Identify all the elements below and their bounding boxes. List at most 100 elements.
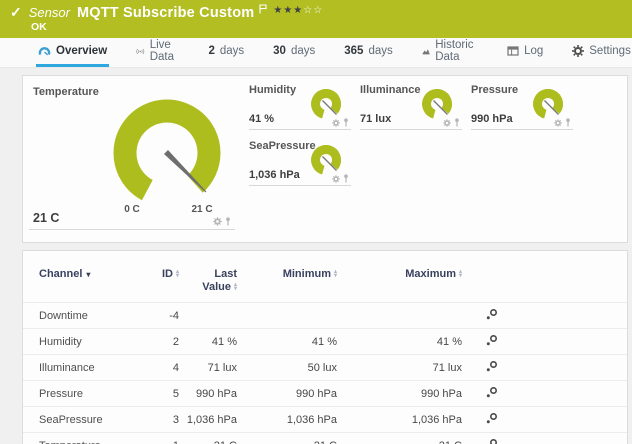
channel-id: -4 — [145, 303, 185, 329]
priority-stars-filled: ★★★ — [273, 5, 303, 16]
tab-30-days[interactable]: 30 days — [271, 38, 317, 67]
gauge-settings-gear-icon[interactable] — [332, 119, 340, 127]
channel-name[interactable]: Downtime — [23, 303, 145, 329]
channel-settings-icon[interactable] — [486, 360, 498, 372]
tab-365-days-number: 365 — [344, 45, 363, 57]
gauge-pin-icon[interactable] — [225, 217, 231, 226]
gauge-pin-icon[interactable] — [454, 118, 460, 127]
channel-table: Channel▾ ID▴▾ Last Value▴▾ Minimum▴▾ Max… — [23, 265, 627, 444]
sensor-tab-bar: Overview Live Data 2 days 30 days 365 da… — [0, 38, 632, 68]
column-header-tools — [468, 265, 627, 303]
gauge-pin-icon[interactable] — [343, 118, 349, 127]
tab-log-label: Log — [524, 45, 543, 57]
channel-id: 4 — [145, 355, 185, 381]
gauge-tile-illuminance: Illuminance 71 lux — [360, 84, 462, 130]
log-icon — [507, 46, 519, 56]
tab-log[interactable]: Log — [505, 38, 545, 67]
gauge-pin-icon[interactable] — [565, 118, 571, 127]
gauge-settings-gear-icon[interactable] — [213, 217, 222, 226]
channel-id: 5 — [145, 381, 185, 407]
channel-id: 2 — [145, 329, 185, 355]
gauge-value: 990 hPa — [471, 113, 513, 125]
channel-settings-icon[interactable] — [486, 438, 498, 444]
tab-365-days-label: days — [368, 45, 392, 57]
column-header-last-value[interactable]: Last Value▴▾ — [185, 265, 243, 303]
channel-last-value — [185, 303, 243, 329]
tab-settings[interactable]: Settings — [570, 38, 632, 67]
channel-name[interactable]: Temperature — [23, 433, 145, 444]
channel-settings-icon[interactable] — [486, 412, 498, 424]
gauge-title: Illuminance — [360, 84, 421, 96]
tab-30-days-number: 30 — [273, 45, 286, 57]
sort-icon: ▴▾ — [234, 283, 237, 292]
sensor-status-text: OK — [31, 21, 47, 33]
channel-maximum: 1,036 hPa — [343, 407, 468, 433]
gauge-icon — [38, 45, 51, 57]
gauge-settings-gear-icon[interactable] — [554, 119, 562, 127]
channel-name[interactable]: Humidity — [23, 329, 145, 355]
gauge-settings-gear-icon[interactable] — [443, 119, 451, 127]
area-chart-icon — [422, 46, 430, 57]
channel-maximum: 41 % — [343, 329, 468, 355]
temperature-gauge — [102, 88, 232, 218]
tab-2-days-number: 2 — [208, 45, 214, 57]
column-header-minimum[interactable]: Minimum▴▾ — [243, 265, 343, 303]
flag-icon[interactable] — [259, 1, 267, 19]
tab-historic-data[interactable]: Historic Data — [420, 38, 480, 67]
channel-maximum: 990 hPa — [343, 381, 468, 407]
column-header-maximum[interactable]: Maximum▴▾ — [343, 265, 468, 303]
broadcast-icon — [136, 46, 145, 57]
tab-2-days-label: days — [220, 45, 244, 57]
channel-name[interactable]: SeaPressure — [23, 407, 145, 433]
table-row-temperature: Temperature 1 21 C 21 C 21 C — [23, 433, 627, 444]
tab-overview[interactable]: Overview — [36, 38, 109, 67]
gauge-title: Pressure — [471, 84, 518, 96]
table-row-humidity: Humidity 2 41 % 41 % 41 % — [23, 329, 627, 355]
tab-historic-data-label: Historic Data — [435, 39, 478, 63]
gauges-panel: Temperature 0 C 21 C 21 C Humidity 41 % — [22, 75, 628, 243]
tab-live-data[interactable]: Live Data — [134, 38, 181, 67]
table-row-pressure: Pressure 5 990 hPa 990 hPa 990 hPa — [23, 381, 627, 407]
gauge-tile-humidity: Humidity 41 % — [249, 84, 351, 130]
channel-last-value: 71 lux — [185, 355, 243, 381]
gauge-title: Humidity — [249, 84, 296, 96]
gauge-settings-gear-icon[interactable] — [332, 175, 340, 183]
status-ok-check-icon: ✓ — [10, 4, 22, 21]
channel-minimum — [243, 303, 343, 329]
gauge-pin-icon[interactable] — [343, 174, 349, 183]
channel-name[interactable]: Pressure — [23, 381, 145, 407]
gauge-tile-temperature: Temperature 0 C 21 C 21 C — [29, 80, 235, 230]
column-header-id[interactable]: ID▴▾ — [145, 265, 185, 303]
gauge-title: Temperature — [33, 86, 99, 98]
channel-minimum: 990 hPa — [243, 381, 343, 407]
tab-2-days[interactable]: 2 days — [206, 38, 246, 67]
channel-last-value: 1,036 hPa — [185, 407, 243, 433]
sensor-status-header: ✓ Sensor MQTT Subscribe Custom ★★★☆☆ OK — [0, 0, 632, 38]
tab-overview-label: Overview — [56, 45, 107, 57]
channel-last-value: 990 hPa — [185, 381, 243, 407]
gauge-scale-min: 0 C — [112, 204, 152, 215]
channel-last-value: 41 % — [185, 329, 243, 355]
channel-settings-icon[interactable] — [486, 386, 498, 398]
gauge-value: 21 C — [33, 211, 59, 225]
column-header-channel[interactable]: Channel▾ — [23, 265, 145, 303]
priority-stars[interactable]: ★★★☆☆ — [273, 5, 323, 16]
channel-settings-icon[interactable] — [486, 308, 498, 320]
channel-settings-icon[interactable] — [486, 334, 498, 346]
table-row-downtime: Downtime -4 — [23, 303, 627, 329]
gear-icon — [572, 45, 584, 57]
channel-table-panel: Channel▾ ID▴▾ Last Value▴▾ Minimum▴▾ Max… — [22, 250, 628, 444]
channel-maximum — [343, 303, 468, 329]
channel-minimum: 1,036 hPa — [243, 407, 343, 433]
priority-stars-empty: ☆☆ — [303, 5, 323, 16]
object-type-label: Sensor — [29, 5, 70, 20]
channel-name[interactable]: Illuminance — [23, 355, 145, 381]
gauge-value: 71 lux — [360, 113, 391, 125]
gauge-tile-pressure: Pressure 990 hPa — [471, 84, 573, 130]
tab-365-days[interactable]: 365 days — [342, 38, 394, 67]
small-gauges-grid: Humidity 41 % Illuminance 71 lux — [249, 84, 619, 196]
channel-minimum: 41 % — [243, 329, 343, 355]
channel-last-value: 21 C — [185, 433, 243, 444]
sort-desc-icon: ▾ — [86, 268, 90, 281]
channel-maximum: 21 C — [343, 433, 468, 444]
